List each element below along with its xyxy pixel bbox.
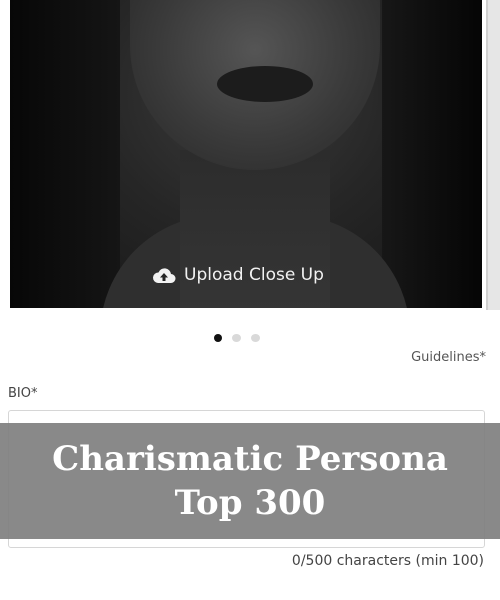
upload-label: Upload Close Up bbox=[184, 265, 324, 285]
photo-hair-left bbox=[10, 0, 120, 308]
banner-title-line-2: Top 300 bbox=[174, 483, 326, 523]
bio-label: BIO* bbox=[8, 386, 38, 401]
cloud-upload-icon bbox=[152, 266, 176, 284]
next-photo-peek[interactable] bbox=[486, 0, 500, 310]
photo-lips bbox=[217, 66, 313, 102]
carousel-indicator bbox=[214, 334, 260, 342]
title-banner: Charismatic Persona Top 300 bbox=[0, 423, 500, 539]
carousel-dot-3[interactable] bbox=[251, 334, 260, 342]
carousel-dot-1[interactable] bbox=[214, 334, 222, 342]
carousel-dot-2[interactable] bbox=[232, 334, 241, 342]
photo-hair-right bbox=[382, 0, 482, 308]
upload-close-up-button[interactable]: Upload Close Up bbox=[152, 262, 324, 288]
guidelines-link[interactable]: Guidelines* bbox=[411, 350, 486, 365]
character-counter: 0/500 characters (min 100) bbox=[291, 553, 484, 569]
banner-title-line-1: Charismatic Persona bbox=[52, 439, 448, 479]
